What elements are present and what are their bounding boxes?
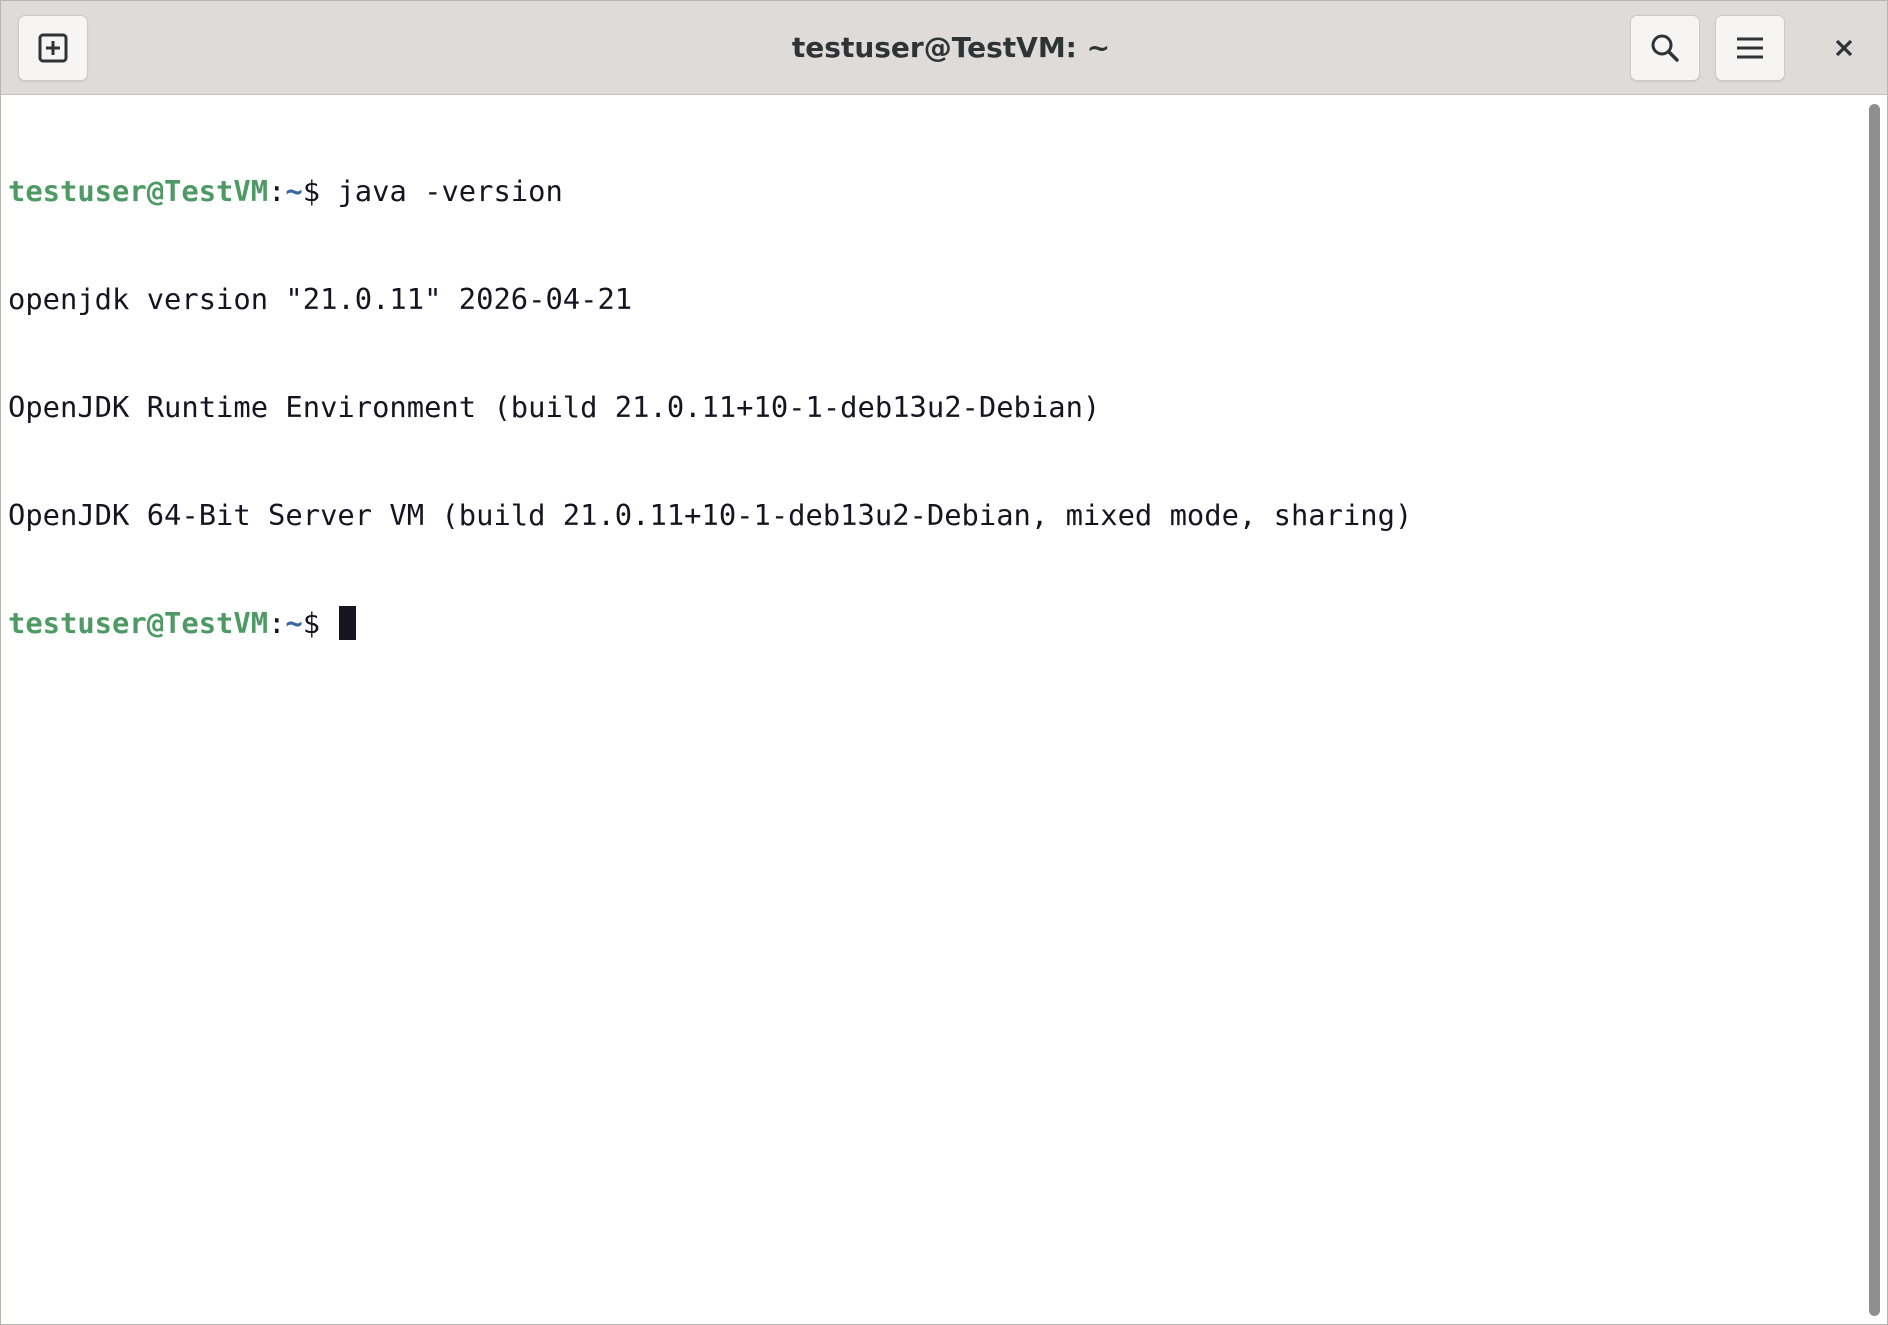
prompt-sign: $ bbox=[302, 174, 338, 208]
terminal-line-output: OpenJDK Runtime Environment (build 21.0.… bbox=[8, 390, 1101, 424]
terminal-window: testuser@TestVM: ~ testuser@TestVM:~$ ja… bbox=[0, 0, 1888, 1325]
vertical-scrollbar[interactable] bbox=[1861, 95, 1887, 1324]
prompt-colon: : bbox=[268, 606, 286, 640]
prompt-sign: $ bbox=[302, 606, 338, 640]
close-button[interactable] bbox=[1811, 15, 1877, 81]
prompt-user-host: testuser@TestVM bbox=[8, 174, 269, 208]
terminal-line-prompt: testuser@TestVM:~$ bbox=[8, 605, 1861, 641]
close-icon bbox=[1835, 39, 1853, 57]
terminal-output[interactable]: testuser@TestVM:~$ java -version openjdk… bbox=[1, 95, 1861, 1324]
terminal-line-output: openjdk version "21.0.11" 2026-04-21 bbox=[8, 282, 633, 316]
prompt-colon: : bbox=[268, 174, 286, 208]
new-tab-icon bbox=[38, 33, 68, 63]
prompt-user-host: testuser@TestVM bbox=[8, 606, 269, 640]
window-title: testuser@TestVM: ~ bbox=[791, 31, 1111, 64]
hamburger-menu-icon bbox=[1737, 37, 1763, 59]
command-text: java -version bbox=[337, 174, 563, 208]
search-button[interactable] bbox=[1630, 15, 1700, 81]
terminal-line-output: OpenJDK 64-Bit Server VM (build 21.0.11+… bbox=[8, 498, 1413, 532]
header-bar: testuser@TestVM: ~ bbox=[1, 1, 1887, 95]
search-icon bbox=[1651, 34, 1679, 62]
prompt-path: ~ bbox=[285, 174, 303, 208]
prompt-path: ~ bbox=[285, 606, 303, 640]
terminal-line-command: testuser@TestVM:~$ java -version bbox=[8, 173, 1861, 209]
scrollbar-thumb[interactable] bbox=[1869, 104, 1880, 1316]
new-tab-button[interactable] bbox=[18, 15, 88, 81]
menu-button[interactable] bbox=[1715, 15, 1785, 81]
text-cursor bbox=[339, 606, 357, 640]
